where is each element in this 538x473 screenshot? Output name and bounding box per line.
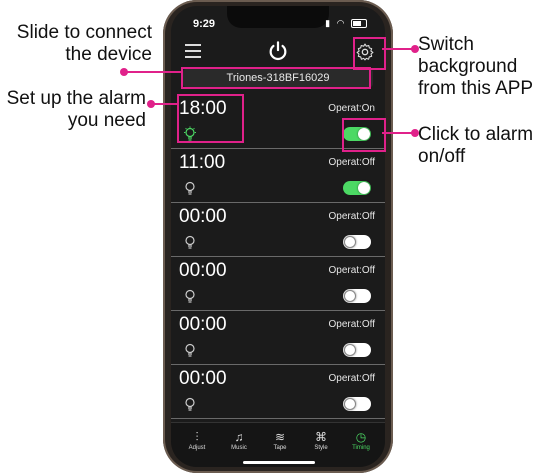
- callout-slide-connect-text: Slide to connect the device: [16, 22, 152, 65]
- highlight-gear: [353, 37, 386, 70]
- callout-switch-bg: Switch background from this APP: [418, 34, 538, 100]
- bulb-icon: [185, 235, 195, 249]
- tab-label: Music: [231, 445, 247, 451]
- tab-label: Style: [314, 445, 328, 451]
- power-icon[interactable]: [267, 40, 289, 62]
- tab-adjust[interactable]: ⫶ Adjust: [177, 429, 217, 451]
- menu-list-icon[interactable]: [185, 44, 203, 60]
- alarm-toggle[interactable]: [343, 397, 371, 411]
- alarm-toggle[interactable]: [343, 289, 371, 303]
- bulb-icon: [185, 181, 195, 195]
- status-time: 9:29: [193, 18, 216, 30]
- alarm-row[interactable]: 00:00 Operat:Off: [171, 256, 385, 311]
- tab-music[interactable]: ♫ Music: [219, 429, 259, 451]
- alarm-time[interactable]: 00:00: [179, 206, 227, 228]
- bulb-icon: [185, 343, 195, 357]
- bulb-icon: [185, 397, 195, 411]
- tab-style[interactable]: ⌘ Style: [301, 429, 341, 451]
- command-icon: ⌘: [315, 430, 327, 444]
- battery-icon: [351, 19, 367, 29]
- alarm-time[interactable]: 00:00: [179, 368, 227, 390]
- tab-label: Tape: [273, 445, 287, 451]
- alarm-status: Operat:Off: [328, 319, 375, 330]
- bulb-icon: [185, 289, 195, 303]
- phone-notch: [227, 6, 329, 28]
- highlight-toggle: [342, 118, 386, 152]
- signal-icon: ▮: [325, 18, 333, 28]
- alarm-status: Operat:Off: [328, 157, 375, 168]
- alarm-row[interactable]: 11:00 Operat:Off: [171, 148, 385, 203]
- tab-label: Timing: [352, 445, 370, 451]
- alarm-status: Operat:Off: [328, 211, 375, 222]
- tab-timing[interactable]: ◷ Timing: [341, 429, 381, 451]
- alarm-status: Operat:On: [328, 103, 375, 114]
- toggle-knob: [344, 236, 356, 248]
- toggle-knob: [344, 290, 356, 302]
- alarm-time[interactable]: 00:00: [179, 260, 227, 282]
- home-indicator: [243, 461, 315, 464]
- alarm-status: Operat:Off: [328, 373, 375, 384]
- wave-icon: ≋: [274, 430, 286, 444]
- alarm-row[interactable]: 00:00 Operat:Off: [171, 310, 385, 365]
- callout-click-alarm-text: Click to alarm on/off: [418, 124, 534, 167]
- callout-set-alarm: Set up the alarm you need: [0, 88, 146, 132]
- alarm-status: Operat:Off: [328, 265, 375, 276]
- highlight-alarm-time: [177, 94, 244, 143]
- toggle-knob: [358, 182, 370, 194]
- alarm-time[interactable]: 00:00: [179, 314, 227, 336]
- toggle-knob: [344, 344, 356, 356]
- alarm-row[interactable]: 00:00 Operat:Off: [171, 202, 385, 257]
- toggle-knob: [344, 398, 356, 410]
- alarm-toggle[interactable]: [343, 181, 371, 195]
- wifi-icon: ◠: [336, 18, 347, 28]
- callout-set-alarm-text: Set up the alarm you need: [6, 88, 146, 131]
- sliders-icon: ⫶: [195, 430, 199, 444]
- alarm-toggle[interactable]: [343, 235, 371, 249]
- tab-label: Adjust: [188, 445, 206, 451]
- callout-slide-connect: Slide to connect the device: [6, 22, 152, 66]
- alarm-time[interactable]: 11:00: [179, 152, 225, 174]
- tab-tape[interactable]: ≋ Tape: [260, 429, 300, 451]
- alarm-row[interactable]: 00:00 Operat:Off: [171, 364, 385, 419]
- music-note-icon: ♫: [234, 430, 244, 444]
- highlight-device-bar: [181, 67, 371, 89]
- alarm-toggle[interactable]: [343, 343, 371, 357]
- status-icons: ▮ ◠: [325, 18, 367, 29]
- callout-switch-bg-text: Switch background from this APP: [418, 34, 534, 99]
- callout-click-alarm: Click to alarm on/off: [418, 124, 538, 168]
- clock-icon: ◷: [355, 430, 367, 444]
